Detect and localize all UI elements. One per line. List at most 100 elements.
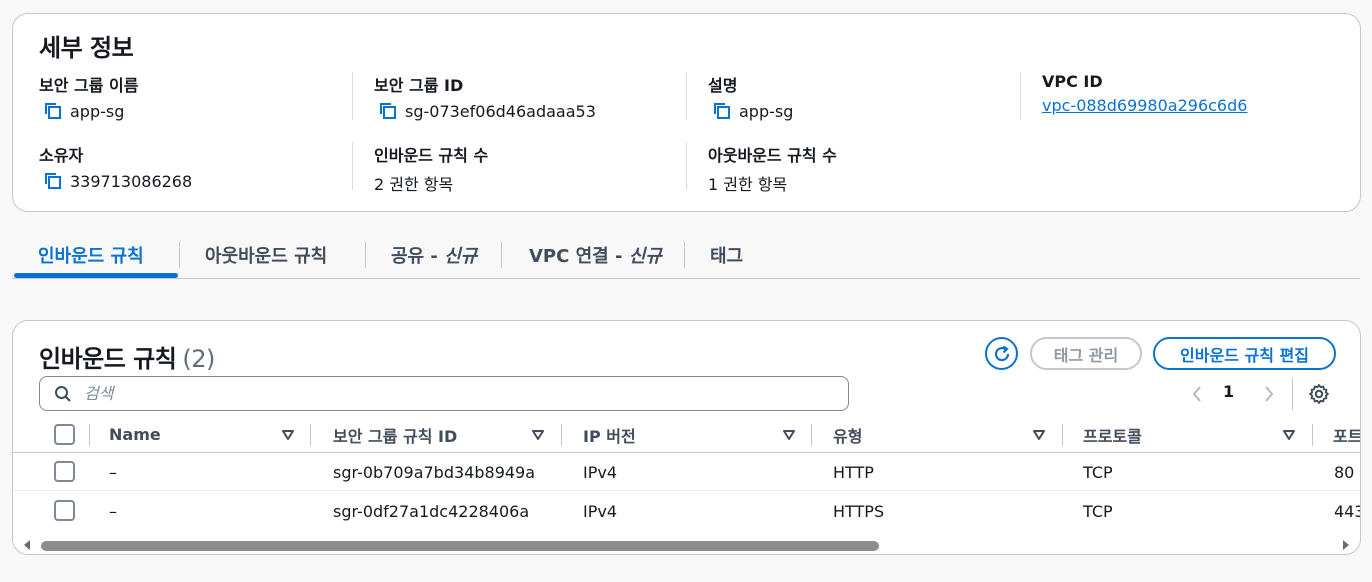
field-label: 보안 그룹 ID — [374, 76, 464, 95]
sort-down-icon[interactable] — [1032, 428, 1046, 442]
tab-label: 아웃바운드 규칙 — [205, 246, 328, 267]
tab-new-badge: 신규 — [628, 246, 662, 267]
column-header-name[interactable]: Name — [109, 417, 161, 452]
field-label: 소유자 — [39, 146, 84, 165]
description-value: app-sg — [739, 101, 794, 121]
column-divider — [561, 424, 562, 446]
cell-ip-version: IPv4 — [583, 462, 618, 482]
column-divider — [310, 424, 311, 446]
details-panel: 세부 정보 보안 그룹 이름 app-sg 보안 그룹 ID sg-073ef0… — [12, 13, 1361, 212]
scrollbar-thumb[interactable] — [41, 541, 879, 551]
field-label: 설명 — [708, 76, 738, 95]
scroll-right-icon[interactable] — [1340, 539, 1352, 551]
sort-down-icon[interactable] — [1282, 428, 1296, 442]
field-description: 설명 app-sg — [708, 72, 793, 121]
column-header-port[interactable]: 포트 — [1333, 417, 1360, 452]
pager-divider — [1292, 378, 1293, 410]
column-header-type[interactable]: 유형 — [833, 417, 862, 452]
column-divider — [352, 142, 353, 190]
details-title: 세부 정보 — [39, 34, 134, 62]
copy-icon[interactable] — [712, 101, 732, 121]
inbound-count-value: 2 권한 항목 — [374, 175, 454, 194]
table-row[interactable]: – sgr-0b709a7bd34b8949a IPv4 HTTP TCP 80 — [13, 453, 1360, 491]
field-owner: 소유자 339713086268 — [39, 142, 192, 191]
field-outbound-count: 아웃바운드 규칙 수 1 권한 항목 — [708, 142, 837, 195]
owner-value: 339713086268 — [70, 171, 193, 191]
next-page-button[interactable] — [1259, 381, 1279, 407]
row-checkbox[interactable] — [54, 461, 75, 482]
column-header-rule-id[interactable]: 보안 그룹 규칙 ID — [333, 417, 457, 452]
previous-page-button[interactable] — [1187, 381, 1207, 407]
tab-divider — [365, 242, 366, 268]
table-header: Name 보안 그룹 규칙 ID IP 버전 유형 프로토콜 포트 — [13, 417, 1360, 453]
field-sg-name: 보안 그룹 이름 app-sg — [39, 72, 138, 121]
sg-name-value: app-sg — [70, 101, 125, 121]
sort-down-icon[interactable] — [531, 428, 545, 442]
column-divider — [686, 142, 687, 190]
column-divider — [352, 72, 353, 120]
vpc-id-link[interactable]: vpc-088d69980a296c6d6 — [1042, 96, 1247, 115]
field-label: VPC ID — [1042, 72, 1103, 91]
cell-type: HTTPS — [833, 501, 885, 521]
outbound-count-value: 1 권한 항목 — [708, 175, 788, 194]
copy-icon[interactable] — [43, 171, 63, 191]
cell-name: – — [109, 462, 117, 482]
horizontal-scrollbar[interactable] — [13, 535, 1360, 554]
cell-rule-id: sgr-0df27a1dc4228406a — [333, 501, 530, 521]
cell-port: 80 — [1334, 462, 1355, 482]
manage-tags-button[interactable]: 태그 관리 — [1030, 337, 1142, 370]
cell-ip-version: IPv4 — [583, 501, 618, 521]
refresh-button[interactable] — [985, 337, 1018, 370]
active-tab-indicator — [14, 273, 178, 278]
column-header-protocol[interactable]: 프로토콜 — [1083, 417, 1142, 452]
chevron-right-icon — [1265, 386, 1274, 402]
copy-icon[interactable] — [378, 101, 398, 121]
refresh-icon — [994, 345, 1009, 361]
field-vpc-id: VPC ID vpc-088d69980a296c6d6 — [1042, 72, 1247, 115]
tab-divider — [501, 242, 502, 268]
cell-rule-id: sgr-0b709a7bd34b8949a — [333, 462, 536, 482]
tab-inbound-rules[interactable]: 인바운드 규칙 — [38, 232, 144, 278]
copy-icon[interactable] — [43, 101, 63, 121]
column-divider — [1020, 72, 1021, 120]
column-divider — [89, 424, 90, 446]
chevron-left-icon — [1192, 386, 1201, 402]
column-divider — [1062, 424, 1063, 446]
tab-label: 공유 - — [391, 246, 445, 267]
tab-sharing[interactable]: 공유 - 신규 — [391, 232, 477, 278]
field-sg-id: 보안 그룹 ID sg-073ef06d46adaaa53 — [374, 72, 596, 121]
rules-count: (2) — [182, 345, 215, 373]
edit-inbound-rules-button[interactable]: 인바운드 규칙 편집 — [1153, 337, 1336, 370]
tab-bar: 인바운드 규칙 아웃바운드 규칙 공유 - 신규 VPC 연결 - 신규 태그 — [12, 232, 1360, 279]
sg-id-value: sg-073ef06d46adaaa53 — [405, 101, 596, 121]
cell-name: – — [109, 501, 117, 521]
tab-divider — [684, 242, 685, 268]
field-inbound-count: 인바운드 규칙 수 2 권한 항목 — [374, 142, 488, 195]
cell-protocol: TCP — [1083, 501, 1113, 521]
select-all-checkbox[interactable] — [54, 424, 75, 445]
rules-header: 인바운드 규칙 (2) — [39, 339, 215, 374]
column-divider — [811, 424, 812, 446]
tab-label: VPC 연결 - — [529, 246, 629, 267]
inbound-rules-panel: 인바운드 규칙(2) 태그 관리 인바운드 규칙 편집 1 Name — [12, 320, 1361, 555]
tab-tags[interactable]: 태그 — [710, 232, 743, 278]
scroll-left-icon[interactable] — [21, 539, 33, 551]
rules-title: 인바운드 규칙 — [39, 345, 177, 373]
tab-label: 태그 — [710, 246, 744, 267]
current-page[interactable]: 1 — [1223, 382, 1234, 401]
tab-vpc-associations[interactable]: VPC 연결 - 신규 — [529, 232, 662, 278]
tab-outbound-rules[interactable]: 아웃바운드 규칙 — [205, 232, 327, 278]
row-checkbox[interactable] — [54, 500, 75, 521]
column-header-ip-version[interactable]: IP 버전 — [583, 417, 636, 452]
cell-protocol: TCP — [1083, 462, 1113, 482]
tab-new-badge: 신규 — [444, 246, 478, 267]
sort-down-icon[interactable] — [281, 428, 295, 442]
search-field[interactable] — [39, 376, 849, 411]
search-input[interactable] — [82, 383, 782, 404]
table-row[interactable]: – sgr-0df27a1dc4228406a IPv4 HTTPS TCP 4… — [13, 492, 1360, 530]
field-label: 보안 그룹 이름 — [39, 76, 139, 95]
sort-down-icon[interactable] — [782, 428, 796, 442]
tab-divider — [179, 242, 180, 268]
cell-type: HTTP — [833, 462, 874, 482]
settings-icon[interactable] — [1307, 382, 1331, 406]
